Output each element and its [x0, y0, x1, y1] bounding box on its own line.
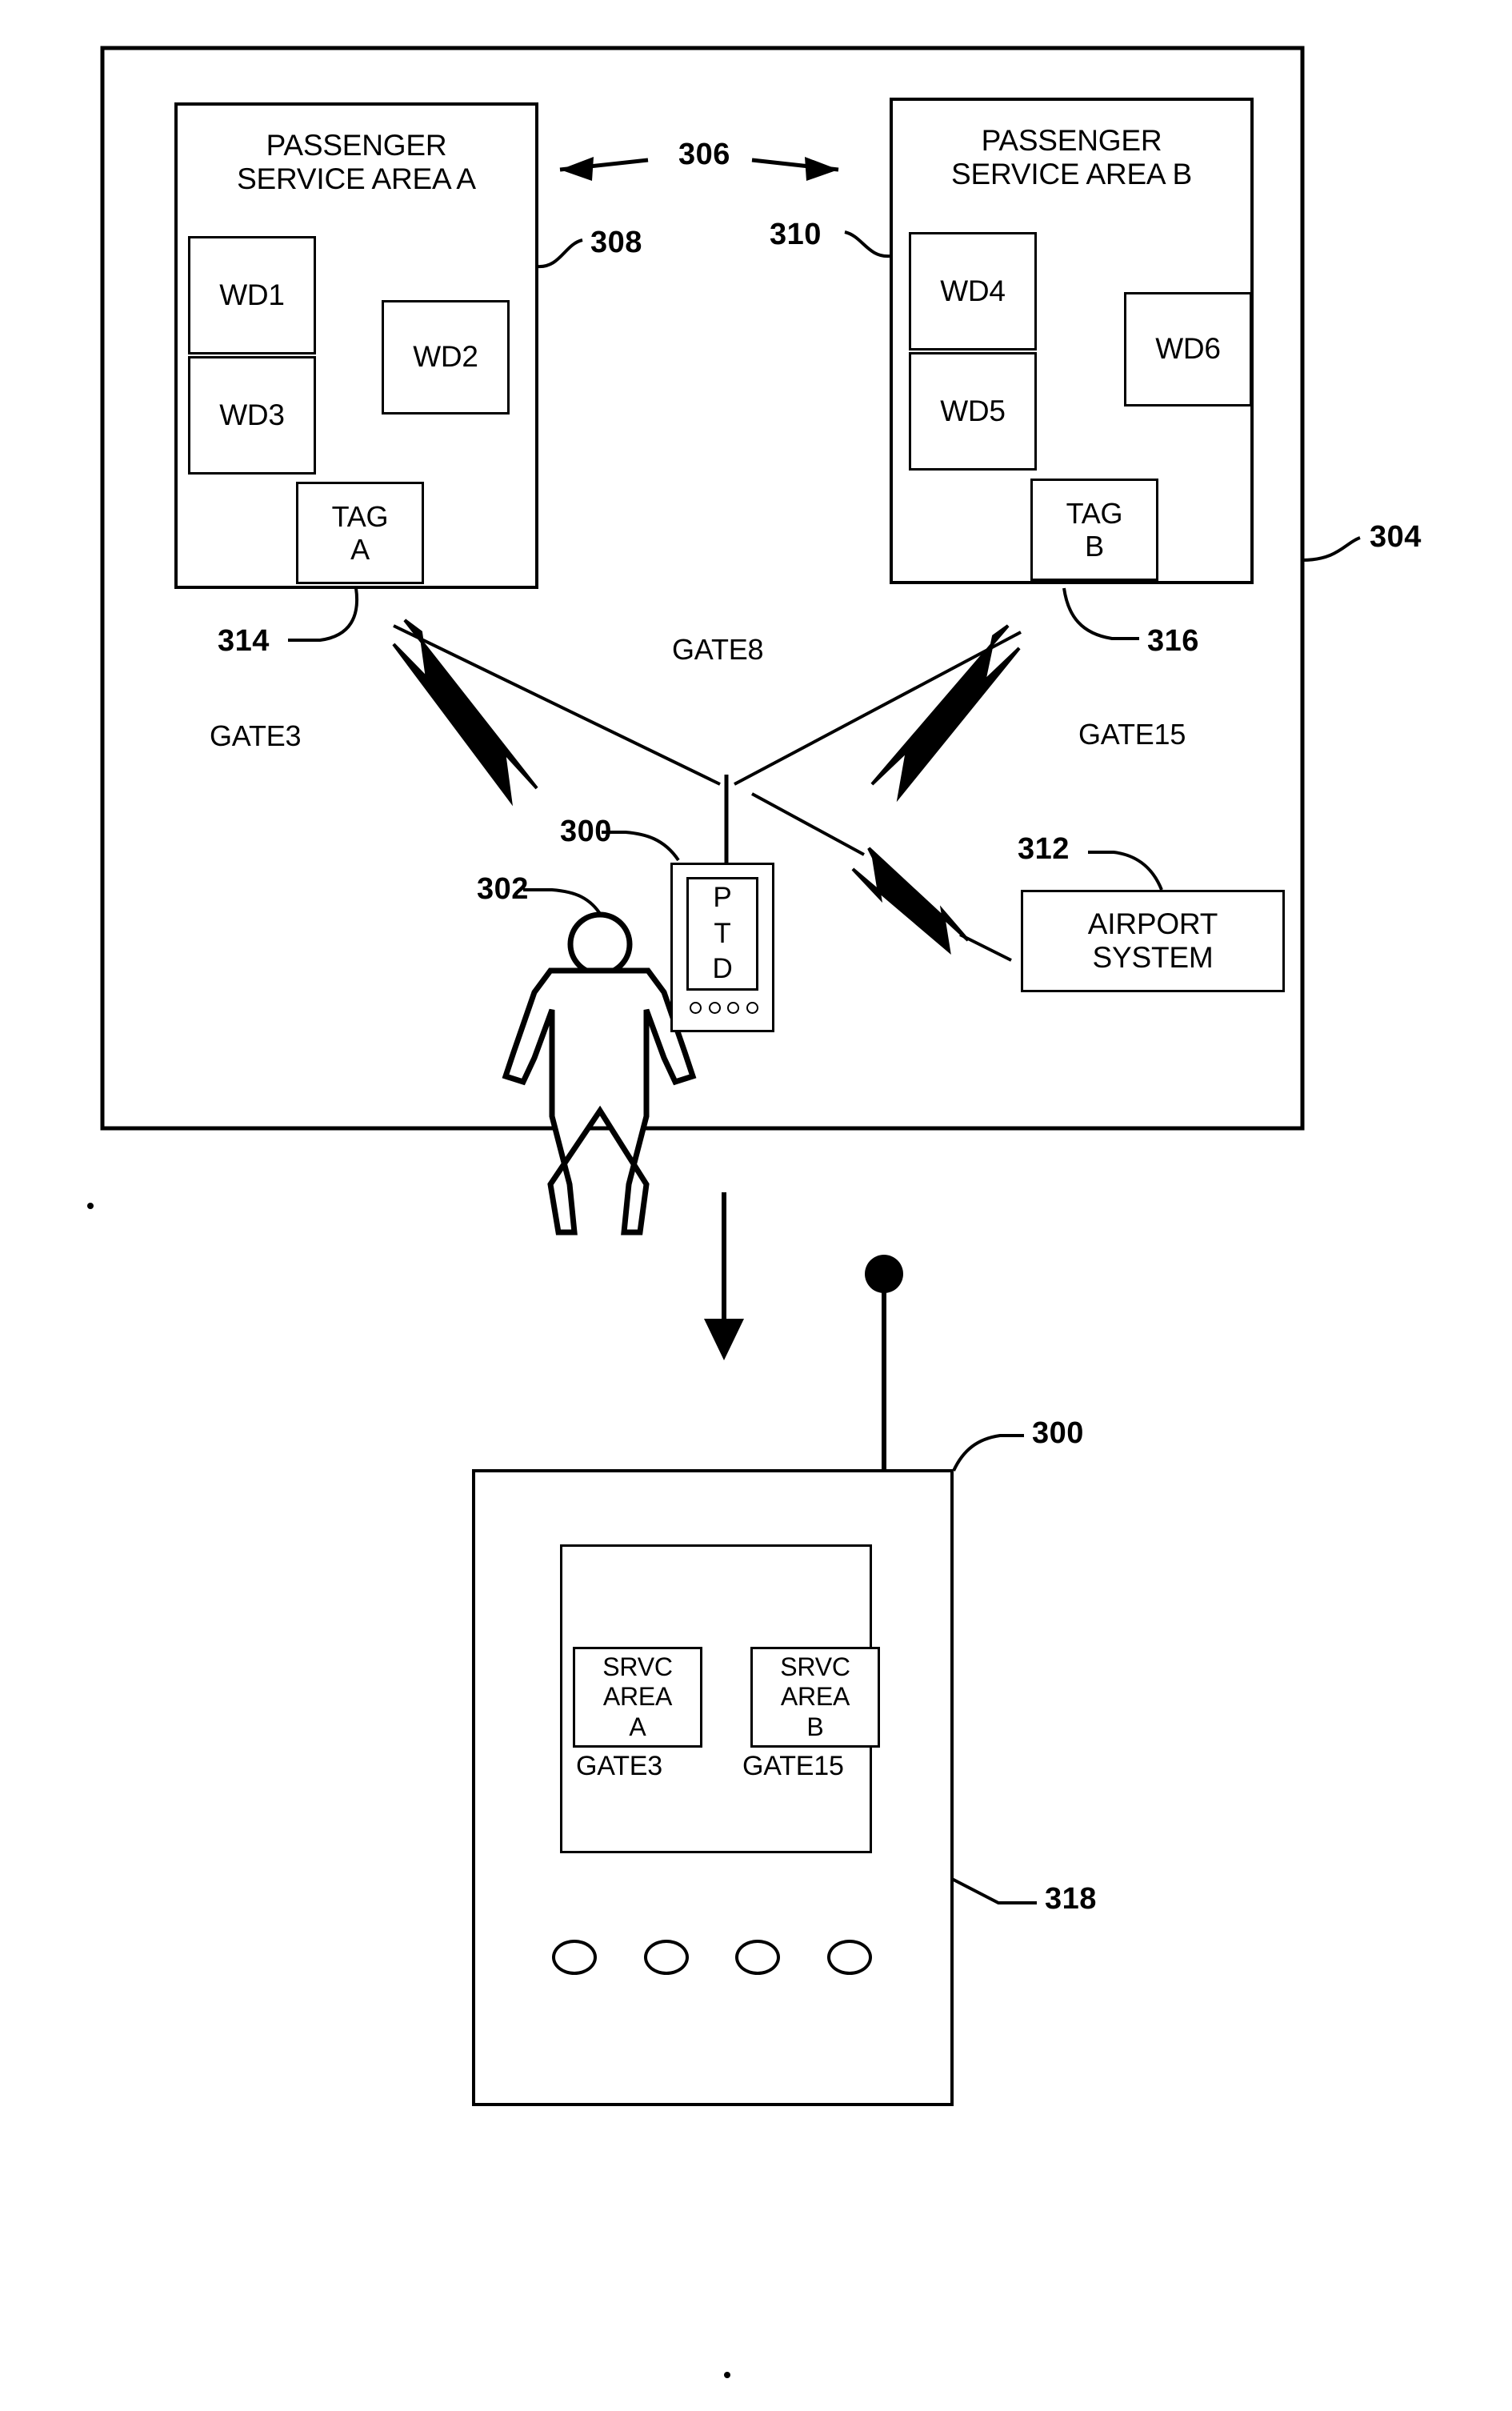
gate-label-b: GATE15: [1078, 718, 1186, 751]
rf-link-tag-b: [870, 624, 1021, 803]
srvc-area-a-gate: GATE3: [576, 1751, 662, 1781]
leader-310: [844, 230, 890, 258]
srvc-area-b-gate: GATE15: [742, 1751, 844, 1781]
ptd-button-row-top: [690, 999, 758, 1016]
ptd-button-top-2[interactable]: [708, 1001, 721, 1014]
ref-300-top: 300: [560, 815, 612, 848]
ptd-button-top-4[interactable]: [746, 1001, 758, 1014]
ref-302: 302: [477, 872, 529, 906]
srvc-area-a-label: SRVC AREA A: [602, 1652, 673, 1741]
rf-link-tag-a: [392, 619, 538, 807]
ref-316: 316: [1147, 624, 1199, 658]
ptd-button-bottom-2[interactable]: [643, 1940, 689, 1975]
scan-dot: [87, 1203, 94, 1209]
ptd-button-bottom-1[interactable]: [552, 1940, 597, 1975]
srvc-area-b-label: SRVC AREA B: [780, 1652, 850, 1741]
ref-314: 314: [218, 624, 270, 658]
rf-path-b: [734, 631, 1022, 786]
gate-label-a: GATE3: [210, 719, 302, 752]
ref-304: 304: [1370, 520, 1422, 554]
rf-path-airport-2: [959, 933, 1012, 962]
scan-dot: [724, 2372, 730, 2378]
leader-316: [1062, 587, 1139, 640]
ptd-button-bottom-4[interactable]: [826, 1940, 872, 1975]
ptd-button-bottom-3[interactable]: [735, 1940, 781, 1975]
ref-312: 312: [1018, 832, 1070, 866]
tag-b-label: TAG B: [1066, 496, 1123, 563]
ptd-button-top-1[interactable]: [690, 1001, 702, 1014]
ptd-screen-text-top: P T D: [712, 881, 733, 985]
ref-306: 306: [678, 138, 730, 171]
gate-label-center: GATE8: [672, 633, 764, 666]
rf-link-airport-system: [851, 847, 970, 955]
wd3-label: WD3: [219, 398, 285, 431]
service-area-b-title: PASSENGER SERVICE AREA B: [951, 123, 1192, 190]
patent-figure: PASSENGER SERVICE AREA A WD1 WD3 WD2 TAG…: [0, 0, 1512, 2411]
person-figure-302: [502, 911, 697, 1236]
service-area-a-title: PASSENGER SERVICE AREA A: [237, 128, 476, 195]
leader-314: [288, 587, 358, 642]
wd4-label: WD4: [940, 274, 1006, 307]
transition-arrow: [704, 1192, 744, 1360]
ref-310: 310: [770, 218, 822, 251]
rf-path-airport: [751, 792, 865, 856]
tag-a-label: TAG A: [331, 499, 389, 566]
ptd-button-top-3[interactable]: [727, 1001, 740, 1014]
airport-system-label: AIRPORT SYSTEM: [1087, 907, 1218, 974]
leader-300-bottom: [952, 1434, 1024, 1472]
wd6-label: WD6: [1155, 332, 1221, 366]
wd5-label: WD5: [940, 394, 1006, 427]
leader-312: [1088, 851, 1163, 891]
wd2-label: WD2: [413, 340, 478, 374]
leader-308: [537, 238, 583, 269]
leader-304: [1302, 536, 1361, 562]
ref-318: 318: [1045, 1882, 1097, 1916]
ref-300-bottom: 300: [1032, 1416, 1084, 1450]
ref-308: 308: [590, 226, 642, 259]
wd1-label: WD1: [219, 278, 285, 311]
ptd-antenna-tip: [865, 1255, 903, 1293]
ptd-button-row-bottom: [552, 1935, 872, 1980]
leader-300-top: [602, 831, 680, 862]
